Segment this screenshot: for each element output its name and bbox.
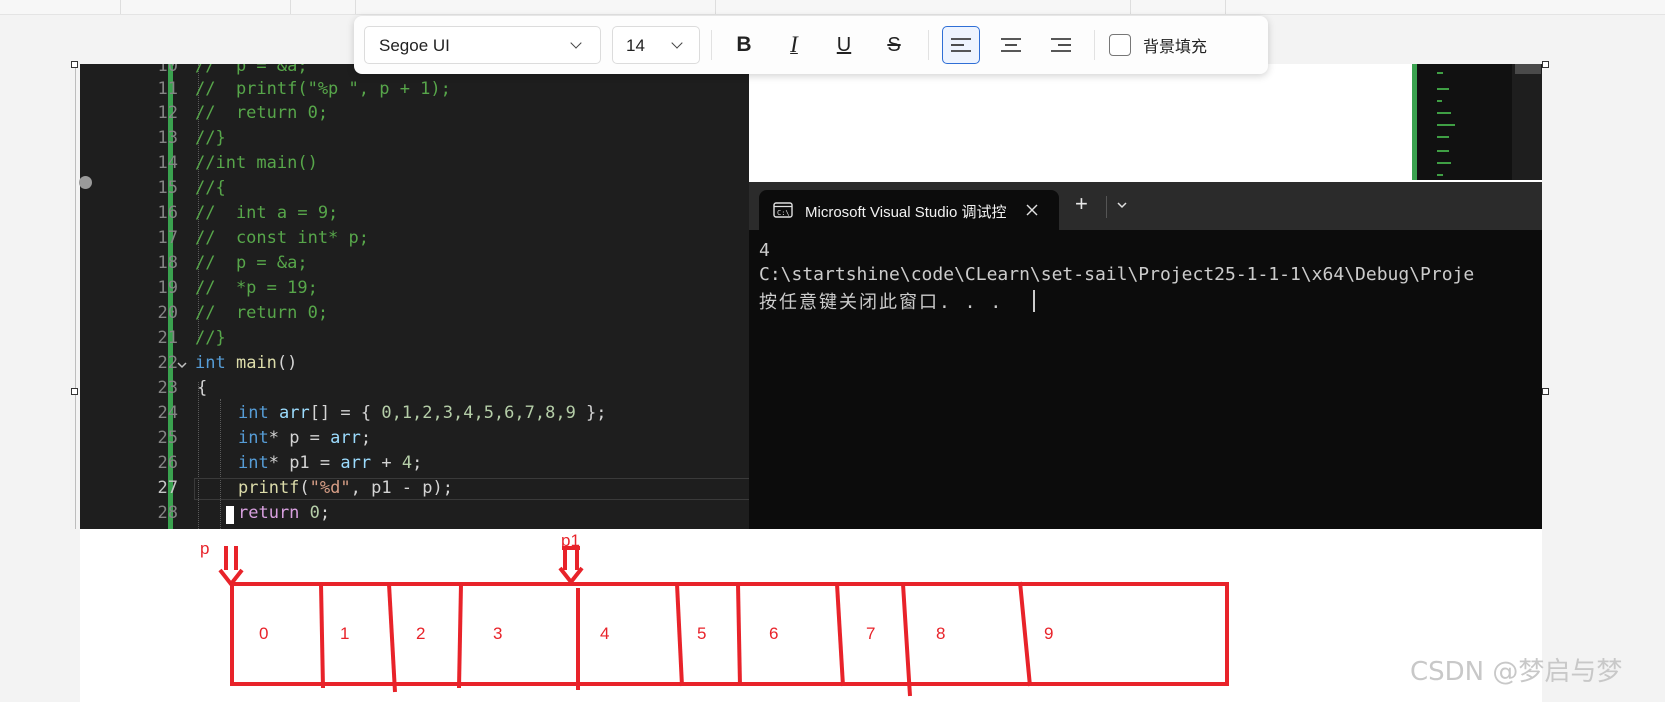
csdn-watermark: CSDN @梦启与梦: [1410, 657, 1622, 687]
array-cell-value: 3: [493, 624, 502, 643]
cell-divider: [835, 583, 845, 687]
pointer-p1-arrow: [558, 546, 584, 586]
pointer-p-label: p: [200, 539, 209, 558]
pointer-p1-label: p1: [561, 531, 580, 550]
array-cell-value: 0: [259, 624, 268, 643]
pointer-p-arrow: [218, 546, 244, 588]
array-cell-value: 4: [600, 624, 609, 643]
cell-divider: [1018, 581, 1032, 687]
array-cell-value: 5: [697, 624, 706, 643]
array-cell-value: 8: [936, 624, 945, 643]
cell-divider: [457, 583, 463, 689]
array-diagram: p p1 0 1 2 3 4 5 6 7 8 9 CSDN @梦启与梦: [200, 531, 1622, 697]
cell-divider: [387, 583, 397, 693]
cell-divider: [319, 583, 325, 689]
array-cell-value: 2: [416, 624, 425, 643]
cell-divider: [675, 583, 684, 687]
array-cell-value: 1: [340, 624, 349, 643]
array-outline: [230, 582, 1229, 686]
array-cell-value: 7: [866, 624, 875, 643]
cell-divider: [901, 583, 912, 697]
array-cell-value: 9: [1044, 624, 1053, 643]
array-cell-value: 6: [769, 624, 778, 643]
cell-divider: [736, 583, 742, 687]
